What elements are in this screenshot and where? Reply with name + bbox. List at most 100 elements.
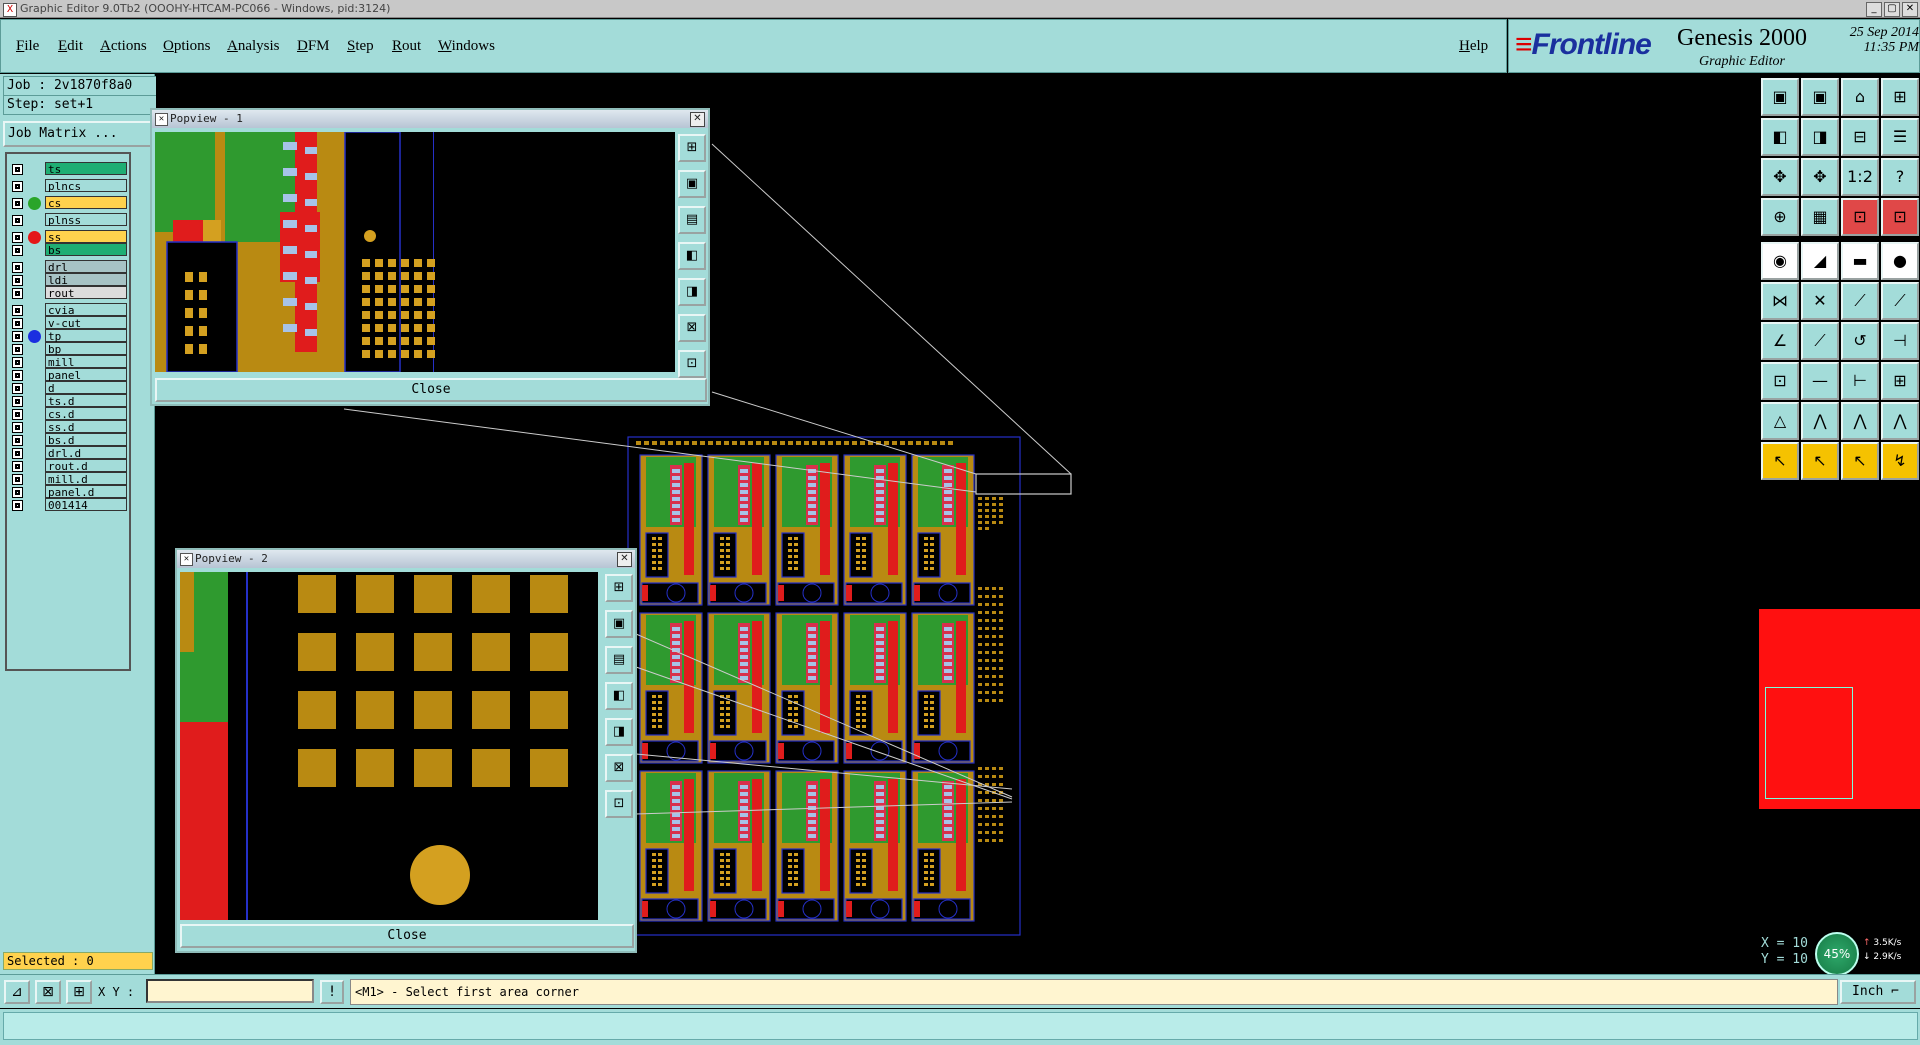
menu-file[interactable]: File xyxy=(16,38,39,55)
tool-snap-b-icon[interactable]: ⊡ xyxy=(1881,198,1919,236)
tool-pointer-b-icon[interactable]: ↖ xyxy=(1801,442,1839,480)
popview-2-close-button[interactable]: Close xyxy=(180,924,634,948)
tool-route-icon[interactable]: ↯ xyxy=(1881,442,1919,480)
menu-rout[interactable]: Rout xyxy=(392,38,421,55)
popview-2-titlebar[interactable]: ✕ Popview - 2 ✕ xyxy=(177,550,635,568)
layer-row-rout[interactable]: rout xyxy=(9,286,127,300)
popview-1-close-icon[interactable]: ✕ xyxy=(690,112,705,127)
tool-ratio-icon[interactable]: 1:2 xyxy=(1841,158,1879,196)
menu-actions[interactable]: Actions xyxy=(100,38,147,55)
tool-settings-icon[interactable]: ⊕ xyxy=(1761,198,1799,236)
job-matrix-button[interactable]: Job Matrix ... xyxy=(3,121,160,147)
minimap-viewport[interactable] xyxy=(1765,687,1853,799)
tool-grid-icon[interactable]: ⊞ xyxy=(1881,78,1919,116)
popview-tool-3-icon[interactable]: ◧ xyxy=(605,682,633,710)
tool-list-icon[interactable]: ☰ xyxy=(1881,118,1919,156)
popview-tool-0-icon[interactable]: ⊞ xyxy=(605,574,633,602)
popview-tool-6-icon[interactable]: ⊡ xyxy=(605,790,633,818)
layer-row-ldi[interactable]: ldi xyxy=(9,273,127,287)
tool-open-icon[interactable]: ▣ xyxy=(1761,78,1799,116)
layer-row-tp[interactable]: tp xyxy=(9,329,127,343)
message-field[interactable] xyxy=(3,1012,1918,1040)
tool-arc-c-icon[interactable]: ⋀ xyxy=(1881,402,1919,440)
menu-dfm[interactable]: DFM xyxy=(297,38,330,55)
menu-options[interactable]: Options xyxy=(163,38,211,55)
menu-windows[interactable]: Windows xyxy=(438,38,495,55)
tool-angle-icon[interactable]: ∠ xyxy=(1761,322,1799,360)
layer-checkbox[interactable] xyxy=(12,318,23,329)
tool-move-icon[interactable]: ⟋ xyxy=(1841,282,1879,320)
popview-tool-6-icon[interactable]: ⊡ xyxy=(678,350,706,378)
layer-checkbox[interactable] xyxy=(12,275,23,286)
popview-2-view[interactable] xyxy=(180,572,598,920)
layer-row-001414[interactable]: 001414 xyxy=(9,498,127,512)
layer-row-ts[interactable]: ts xyxy=(9,162,127,176)
popview-2-close-icon[interactable]: ✕ xyxy=(617,552,632,567)
layer-checkbox[interactable] xyxy=(12,215,23,226)
popview-tool-4-icon[interactable]: ◨ xyxy=(678,278,706,306)
layer-checkbox[interactable] xyxy=(12,232,23,243)
layer-row-drl-d[interactable]: drl.d xyxy=(9,446,127,460)
layer-row-v-cut[interactable]: v-cut xyxy=(9,316,127,330)
tool-copy-icon[interactable]: ⟋ xyxy=(1881,282,1919,320)
minimize-button[interactable]: _ xyxy=(1866,2,1882,17)
layer-row-bs[interactable]: bs xyxy=(9,243,127,257)
menu-analysis[interactable]: Analysis xyxy=(227,38,280,55)
tool-draw-line-icon[interactable]: ⟋ xyxy=(1801,322,1839,360)
tool-blocks-icon[interactable]: ⊞ xyxy=(1881,362,1919,400)
layer-row-mill-d[interactable]: mill.d xyxy=(9,472,127,486)
layer-checkbox[interactable] xyxy=(12,396,23,407)
popview-tool-5-icon[interactable]: ⊠ xyxy=(605,754,633,782)
snap-mode-button[interactable]: ⊠ xyxy=(35,980,61,1004)
layer-row-panel[interactable]: panel xyxy=(9,368,127,382)
tool-arc-icon[interactable]: ⋀ xyxy=(1801,402,1839,440)
layer-row-drl[interactable]: drl xyxy=(9,260,127,274)
tool-line-edit-icon[interactable]: ◢ xyxy=(1801,242,1839,280)
layer-checkbox[interactable] xyxy=(12,357,23,368)
layer-row-cvia[interactable]: cvia xyxy=(9,303,127,317)
layer-checkbox[interactable] xyxy=(12,448,23,459)
tool-delete-icon[interactable]: ✕ xyxy=(1801,282,1839,320)
info-icon[interactable]: ! xyxy=(320,980,344,1004)
layer-row-plnss[interactable]: plnss xyxy=(9,213,127,227)
layer-checkbox[interactable] xyxy=(12,370,23,381)
tool-bar-icon[interactable]: ▬ xyxy=(1841,242,1879,280)
layer-checkbox[interactable] xyxy=(12,409,23,420)
tool-home-icon[interactable]: ⌂ xyxy=(1841,78,1879,116)
popview-tool-5-icon[interactable]: ⊠ xyxy=(678,314,706,342)
popview-tool-1-icon[interactable]: ▣ xyxy=(678,170,706,198)
layer-checkbox[interactable] xyxy=(12,245,23,256)
popview-tool-0-icon[interactable]: ⊞ xyxy=(678,134,706,162)
popview-tool-1-icon[interactable]: ▣ xyxy=(605,610,633,638)
layer-checkbox[interactable] xyxy=(12,181,23,192)
layer-checkbox[interactable] xyxy=(12,198,23,209)
tool-grid-toggle-icon[interactable]: ▦ xyxy=(1801,198,1839,236)
tool-dot-icon[interactable]: ● xyxy=(1881,242,1919,280)
tool-rotate-icon[interactable]: ↺ xyxy=(1841,322,1879,360)
popview-tool-4-icon[interactable]: ◨ xyxy=(605,718,633,746)
layer-checkbox[interactable] xyxy=(12,435,23,446)
layer-row-cs[interactable]: cs xyxy=(9,196,127,210)
tool-next-icon[interactable]: ◨ xyxy=(1801,118,1839,156)
close-window-button[interactable]: ✕ xyxy=(1902,2,1918,17)
grid-mode-button[interactable]: ⊞ xyxy=(66,980,92,1004)
popview-1-titlebar[interactable]: ✕ Popview - 1 ✕ xyxy=(152,110,708,128)
tool-snap-a-icon[interactable]: ⊡ xyxy=(1841,198,1879,236)
layer-row-rout-d[interactable]: rout.d xyxy=(9,459,127,473)
layer-checkbox[interactable] xyxy=(12,331,23,342)
layer-row-panel-d[interactable]: panel.d xyxy=(9,485,127,499)
tool-pan-all-icon[interactable]: ✥ xyxy=(1801,158,1839,196)
layer-checkbox[interactable] xyxy=(12,262,23,273)
popview-1-close-button[interactable]: Close xyxy=(155,378,707,402)
tool-pan-icon[interactable]: ✥ xyxy=(1761,158,1799,196)
layer-row-ss-d[interactable]: ss.d xyxy=(9,420,127,434)
tool-attach-icon[interactable]: ⊡ xyxy=(1761,362,1799,400)
popview-1-view[interactable] xyxy=(155,132,675,372)
tool-triangle-icon[interactable]: △ xyxy=(1761,402,1799,440)
tool-pad-icon[interactable]: ◉ xyxy=(1761,242,1799,280)
menu-step[interactable]: Step xyxy=(347,38,374,55)
layer-row-bs-d[interactable]: bs.d xyxy=(9,433,127,447)
tool-save-icon[interactable]: ▣ xyxy=(1801,78,1839,116)
popview-tool-2-icon[interactable]: ▤ xyxy=(605,646,633,674)
layer-row-cs-d[interactable]: cs.d xyxy=(9,407,127,421)
